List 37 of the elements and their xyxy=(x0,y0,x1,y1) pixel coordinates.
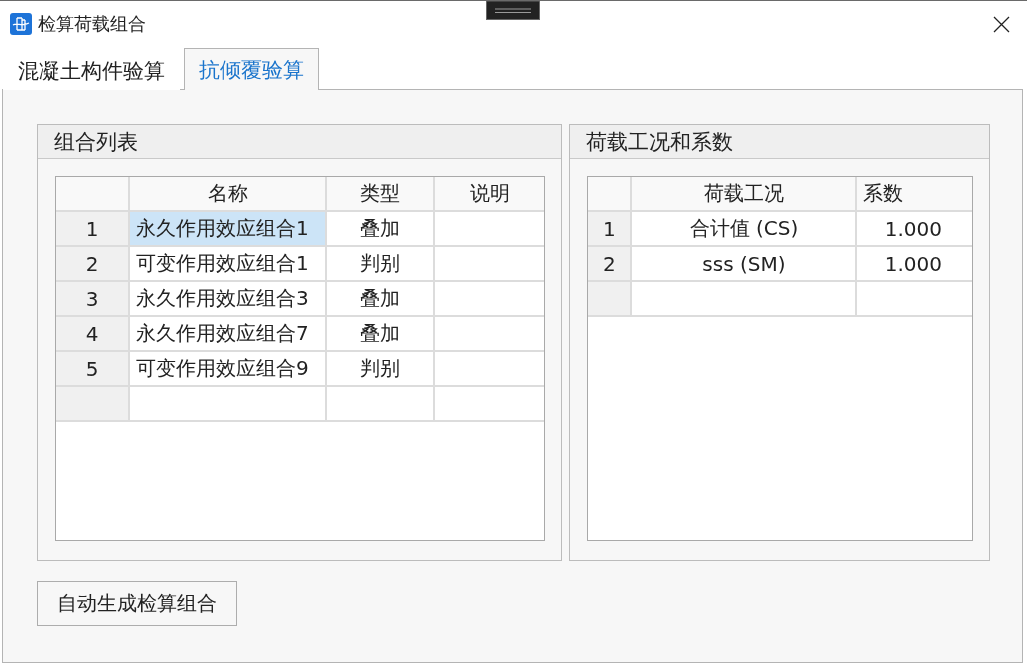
column-header[interactable]: 类型 xyxy=(327,177,435,212)
table-cell[interactable]: sss (SM) xyxy=(632,247,858,282)
table-cell[interactable]: 1.000 xyxy=(857,212,972,247)
table-cell[interactable]: 叠加 xyxy=(327,212,435,247)
table-cell[interactable]: 永久作用效应组合7 xyxy=(130,317,327,352)
tab[interactable]: 抗倾覆验算 xyxy=(184,48,319,90)
column-header[interactable]: 系数 xyxy=(857,177,972,212)
row-header[interactable] xyxy=(588,282,633,317)
row-header[interactable]: 2 xyxy=(588,247,633,282)
grip-icon[interactable] xyxy=(486,1,540,20)
column-header[interactable]: 荷载工况 xyxy=(632,177,858,212)
empty-cell[interactable] xyxy=(327,387,435,422)
table-cell[interactable]: 可变作用效应组合9 xyxy=(130,352,327,387)
group-title: 荷载工况和系数 xyxy=(586,128,734,156)
row-header[interactable] xyxy=(56,387,130,422)
table-cell[interactable]: 可变作用效应组合1 xyxy=(130,247,327,282)
table-cell[interactable]: 叠加 xyxy=(327,317,435,352)
table-cell[interactable]: 判别 xyxy=(327,352,435,387)
row-header[interactable]: 3 xyxy=(56,282,130,317)
row-header[interactable]: 5 xyxy=(56,352,130,387)
close-icon xyxy=(993,15,1010,33)
table-cell[interactable]: 永久作用效应组合3 xyxy=(130,282,327,317)
row-header[interactable]: 1 xyxy=(588,212,633,247)
app-icon xyxy=(10,13,32,35)
window-title: 检算荷载组合 xyxy=(38,12,146,36)
row-header[interactable]: 4 xyxy=(56,317,130,352)
table-cell[interactable]: 永久作用效应组合1 xyxy=(130,212,327,247)
table-cell[interactable]: 判别 xyxy=(327,247,435,282)
row-header[interactable]: 2 xyxy=(56,247,130,282)
table-cell[interactable]: 1.000 xyxy=(857,247,972,282)
row-header[interactable]: 1 xyxy=(56,212,130,247)
group-title: 组合列表 xyxy=(54,128,138,156)
generate-button[interactable]: 自动生成检算组合 xyxy=(37,581,237,626)
table-cell[interactable]: 叠加 xyxy=(327,282,435,317)
column-header[interactable]: 说明 xyxy=(435,177,545,212)
column-header[interactable]: 名称 xyxy=(130,177,327,212)
table-cell[interactable]: 合计值 (CS) xyxy=(632,212,858,247)
